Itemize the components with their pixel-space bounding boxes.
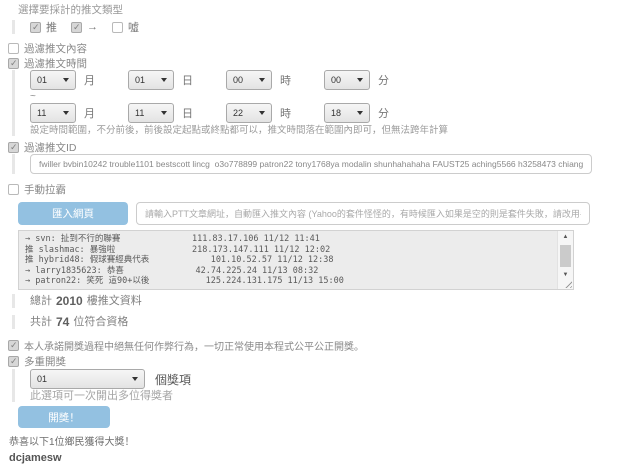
chevron-down-icon: [259, 111, 265, 115]
id-filter-block: [12, 154, 640, 174]
chevron-down-icon: [132, 377, 138, 381]
id-filter-row: 過濾推文ID: [8, 142, 640, 153]
chevron-down-icon: [259, 78, 265, 82]
multi-draw-checkbox[interactable]: [8, 356, 19, 367]
import-row: 匯入網頁: [18, 202, 640, 225]
month-unit-label: 月: [84, 72, 95, 88]
draw-button[interactable]: 開獎！: [18, 406, 110, 428]
winner-name: dcjamesw: [9, 452, 640, 465]
to-minute-select[interactable]: 18: [324, 103, 370, 123]
hour-unit-label: 時: [280, 72, 291, 88]
month-unit-label: 月: [84, 105, 95, 121]
chevron-down-icon: [63, 78, 69, 82]
manual-slot-checkbox[interactable]: [8, 184, 19, 195]
scroll-down-icon[interactable]: ▼: [558, 269, 573, 281]
scrollbar-thumb[interactable]: [560, 245, 571, 267]
comments-content: → svn: 扯到不行的聯賽 111.83.17.106 11/12 11:41…: [19, 231, 573, 290]
chevron-down-icon: [161, 111, 167, 115]
ptt-lottery-form: 選擇要採計的推文類型 推 → 噓 過濾推文內容 過濾推文時間 01: [0, 5, 640, 468]
from-hour-select[interactable]: 00: [226, 70, 272, 90]
type-filter-title: 選擇要採計的推文類型: [18, 5, 640, 16]
total-count: 2010: [56, 294, 83, 308]
from-minute-select[interactable]: 00: [324, 70, 370, 90]
time-to-row: 11 月 11 日 22 時 18: [30, 103, 640, 123]
time-filter-block: 01 月 01 日 00 時 00: [12, 70, 640, 136]
time-filter-label: 過濾推文時間: [24, 56, 87, 71]
type-option-push: 推: [30, 19, 57, 35]
push-label: 推: [46, 19, 57, 35]
day-unit-label: 日: [182, 72, 193, 88]
push-checkbox[interactable]: [30, 22, 41, 33]
prize-unit-label: 個獎項: [155, 371, 191, 388]
hour-unit-label: 時: [280, 105, 291, 121]
import-button[interactable]: 匯入網頁: [18, 202, 128, 225]
type-option-arrow: →: [71, 21, 98, 33]
total-stat: 總計 2010 樓推文資料: [12, 294, 640, 308]
chevron-down-icon: [357, 111, 363, 115]
result-message: 恭喜以下1位鄉民獲得大獎！: [9, 437, 640, 448]
prize-count-block: 01 個獎項 此選項可一次開出多位得獎者: [12, 369, 640, 402]
to-day-select[interactable]: 11: [128, 103, 174, 123]
chevron-down-icon: [161, 78, 167, 82]
time-from-row: 01 月 01 日 00 時 00: [30, 70, 640, 90]
multi-draw-label: 多重開獎: [24, 354, 66, 369]
manual-slot-label: 手動拉霸: [24, 182, 66, 197]
manual-slot-row: 手動拉霸: [8, 184, 640, 195]
multi-draw-hint: 此選項可一次開出多位得獎者: [30, 390, 640, 402]
qualified-suffix: 位符合資格: [73, 315, 128, 329]
id-filter-input[interactable]: [30, 154, 592, 174]
to-hour-select[interactable]: 22: [226, 103, 272, 123]
time-filter-hint: 設定時間範圍，不分前後，前後設定起點或終點都可以，推文時間落在範圍內即可，但無法…: [30, 125, 640, 136]
to-month-select[interactable]: 11: [30, 103, 76, 123]
import-url-input[interactable]: [136, 202, 590, 225]
time-filter-checkbox[interactable]: [8, 58, 19, 69]
day-unit-label: 日: [182, 105, 193, 121]
content-filter-label: 過濾推文內容: [24, 41, 87, 56]
qualified-prefix: 共計: [30, 315, 52, 329]
total-prefix: 總計: [30, 294, 52, 308]
scroll-up-icon[interactable]: ▲: [558, 231, 573, 243]
chevron-down-icon: [357, 78, 363, 82]
boo-label: 噓: [128, 19, 139, 35]
from-day-select[interactable]: 01: [128, 70, 174, 90]
arrow-checkbox[interactable]: [71, 22, 82, 33]
type-filter-options: 推 → 噓: [12, 20, 640, 34]
type-option-boo: 噓: [112, 19, 139, 35]
id-filter-label: 過濾推文ID: [24, 140, 77, 155]
pledge-checkbox[interactable]: [8, 340, 19, 351]
total-suffix: 樓推文資料: [87, 294, 142, 308]
comments-scrollbar[interactable]: ▲ ▼: [557, 231, 573, 289]
content-filter-checkbox[interactable]: [8, 43, 19, 54]
minute-unit-label: 分: [378, 105, 389, 121]
minute-unit-label: 分: [378, 72, 389, 88]
prize-count-select[interactable]: 01: [30, 369, 145, 389]
qualified-count: 74: [56, 315, 69, 329]
pledge-label: 本人承諾開獎過程中絕無任何作弊行為，一切正常使用本程式公平公正開獎。: [24, 338, 364, 353]
content-filter-row: 過濾推文內容: [8, 43, 640, 54]
boo-checkbox[interactable]: [112, 22, 123, 33]
comments-textarea[interactable]: → svn: 扯到不行的聯賽 111.83.17.106 11/12 11:41…: [18, 230, 574, 290]
chevron-down-icon: [63, 111, 69, 115]
multi-draw-row: 多重開獎: [8, 355, 640, 367]
qualified-stat: 共計 74 位符合資格: [12, 315, 640, 329]
arrow-label: →: [87, 21, 98, 33]
time-range-tilde: ~: [30, 92, 640, 102]
id-filter-checkbox[interactable]: [8, 142, 19, 153]
time-filter-row: 過濾推文時間: [8, 58, 640, 69]
pledge-row: 本人承諾開獎過程中絕無任何作弊行為，一切正常使用本程式公平公正開獎。: [8, 339, 640, 351]
from-month-select[interactable]: 01: [30, 70, 76, 90]
